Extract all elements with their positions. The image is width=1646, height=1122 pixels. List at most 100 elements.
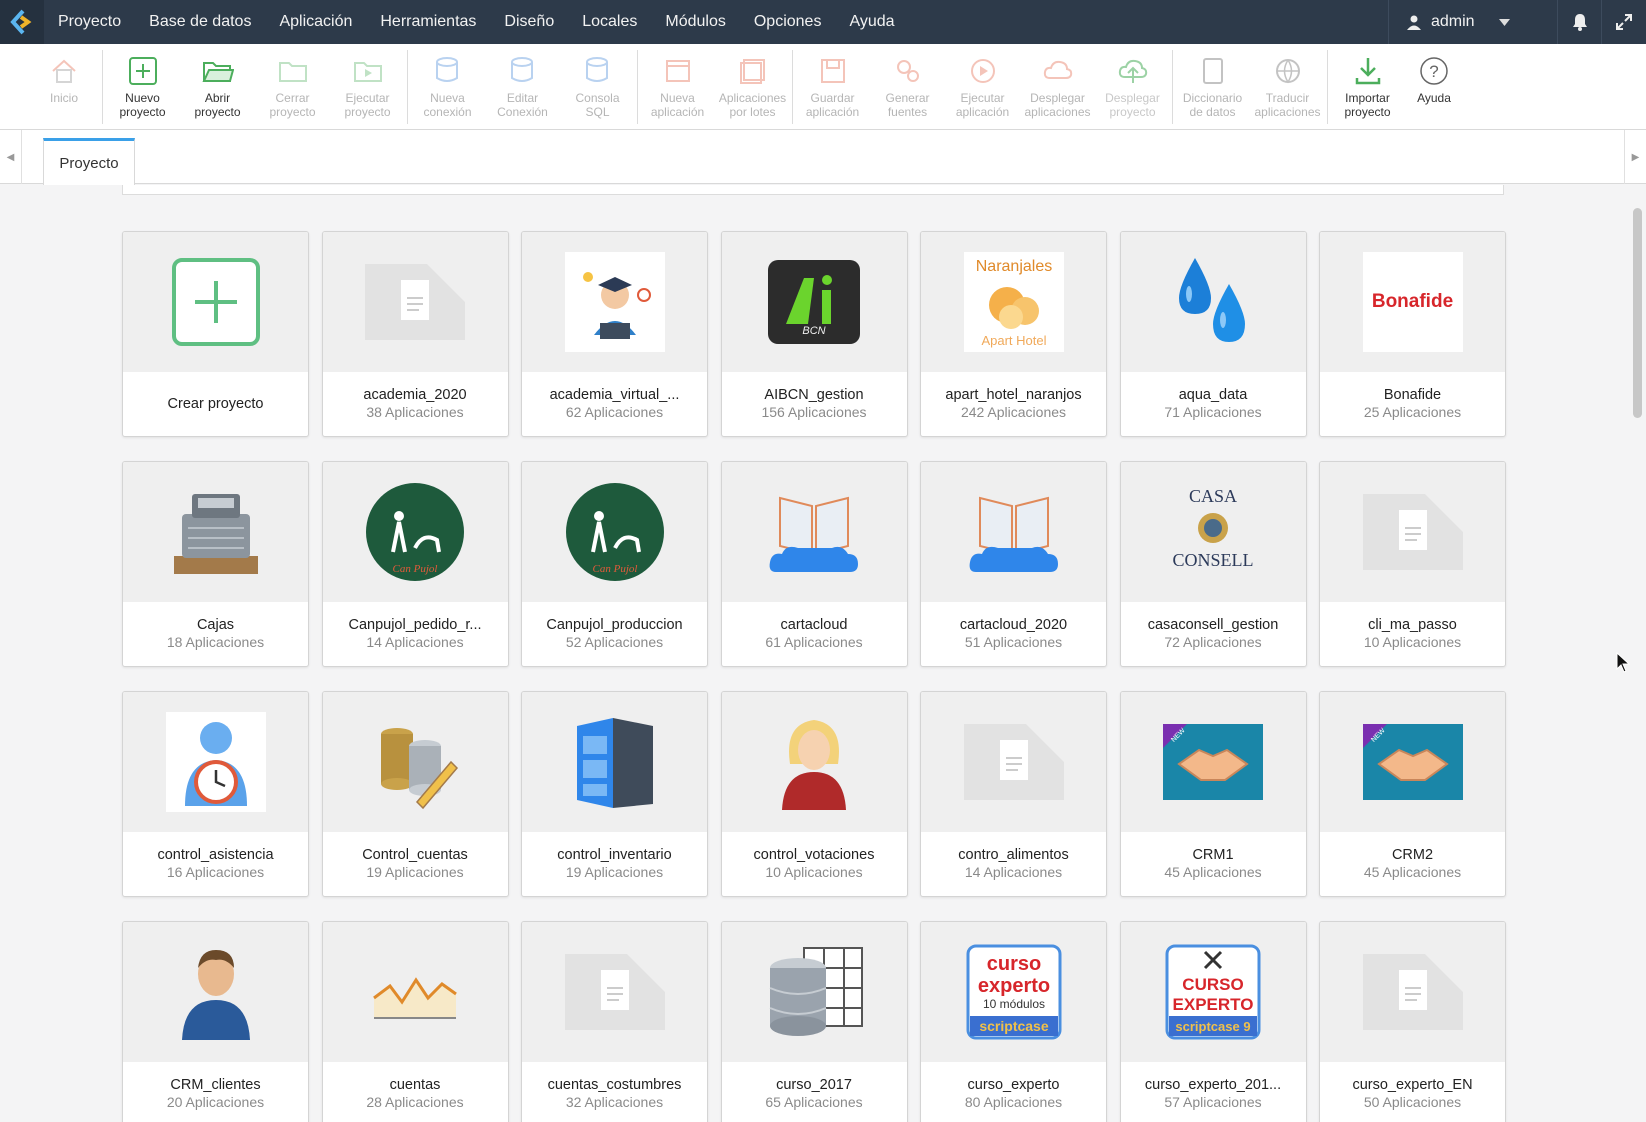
scriptcase-logo-icon[interactable] bbox=[0, 0, 44, 44]
ayuda-button[interactable]: ? Ayuda bbox=[1405, 44, 1463, 105]
app-count: 32 Aplicaciones bbox=[565, 1094, 664, 1110]
user-menu[interactable]: admin bbox=[1388, 0, 1558, 44]
nueva-aplicacion-button[interactable]: Nueva aplicación bbox=[640, 44, 715, 119]
download-icon bbox=[1355, 58, 1380, 85]
help-circle-icon: ? bbox=[1420, 57, 1448, 85]
app-count: 71 Aplicaciones bbox=[1164, 404, 1262, 420]
menu-opciones[interactable]: Opciones bbox=[740, 0, 836, 44]
tab-scroll-left-icon[interactable]: ◀ bbox=[0, 130, 22, 184]
app-count: 10 Aplicaciones bbox=[765, 864, 863, 880]
fullscreen-button[interactable] bbox=[1602, 0, 1646, 44]
ejecutar-aplicacion-button[interactable]: Ejecutar aplicación bbox=[945, 44, 1020, 119]
project-card[interactable]: BCN AIBCN_gestion 156 Aplicaciones bbox=[720, 231, 908, 437]
toolbar-divider bbox=[792, 50, 793, 124]
project-card[interactable]: contro_alimentos 14 Aplicaciones bbox=[920, 691, 1107, 897]
project-card[interactable]: cuentas_costumbres 32 Aplicaciones bbox=[521, 921, 708, 1122]
tab-proyecto[interactable]: Proyecto bbox=[43, 138, 135, 185]
project-card[interactable]: curso experto 10 módulos scriptcase curso_e… bbox=[920, 921, 1107, 1122]
project-card[interactable]: Can Pujol Canpujol_pedido_r... 14 Aplica… bbox=[321, 461, 509, 667]
app-count: 10 Aplicaciones bbox=[1363, 634, 1462, 650]
menu-proyecto[interactable]: Proyecto bbox=[44, 0, 135, 44]
project-card[interactable]: Naranjales Apart Hotel apart_hotel_naranj… bbox=[920, 231, 1107, 437]
guardar-aplicacion-button[interactable]: Guardar aplicación bbox=[795, 44, 870, 119]
person-clock-icon bbox=[184, 722, 247, 806]
project-card[interactable]: cli_ma_passo 10 Aplicaciones bbox=[1319, 461, 1506, 667]
menu-diseno[interactable]: Diseño bbox=[490, 0, 568, 44]
naranjales-logo-icon: Naranjales Apart Hotel bbox=[975, 258, 1051, 348]
database-plus-icon bbox=[435, 57, 458, 82]
project-grid: Crear proyecto academia_2020 38 Aplicaci… bbox=[122, 231, 1506, 1122]
cerrar-proyecto-button[interactable]: Cerrar proyecto bbox=[255, 44, 330, 119]
project-card[interactable]: control_asistencia 16 Aplicaciones bbox=[122, 691, 309, 897]
diccionario-de-datos-button[interactable]: Diccionario de datos bbox=[1175, 44, 1250, 119]
folder-open-icon bbox=[201, 62, 234, 82]
menu-aplicacion[interactable]: Aplicación bbox=[265, 0, 366, 44]
project-card[interactable]: NEW CRM2 45 Aplicaciones bbox=[1319, 691, 1506, 897]
project-card[interactable]: CASA CONSELL casaconsell_gestion 72 Aplic… bbox=[1119, 461, 1307, 667]
generar-fuentes-button[interactable]: Generar fuentes bbox=[870, 44, 945, 119]
project-card[interactable]: CRM_clientes 20 Aplicaciones bbox=[122, 921, 309, 1122]
caret-down-icon bbox=[1498, 18, 1510, 26]
project-card[interactable]: academia_virtual_... 62 Aplicaciones bbox=[521, 231, 708, 437]
coins-pencil-icon bbox=[381, 728, 459, 810]
curso-logo-line4: scriptcase bbox=[979, 1018, 1048, 1034]
water-drops-icon bbox=[1179, 258, 1245, 342]
create-project-card[interactable]: Crear proyecto bbox=[122, 231, 309, 437]
app-count: 38 Aplicaciones bbox=[366, 404, 464, 420]
inicio-button[interactable]: Inicio bbox=[28, 44, 100, 105]
project-name: cartacloud bbox=[780, 617, 848, 633]
app-count: 28 Aplicaciones bbox=[366, 1094, 464, 1110]
menu-modulos[interactable]: Módulos bbox=[651, 0, 739, 44]
importar-proyecto-button[interactable]: Importar proyecto bbox=[1330, 44, 1405, 119]
curso-logo-line2: EXPERTO bbox=[1173, 995, 1254, 1014]
project-card[interactable]: aqua_data 71 Aplicaciones bbox=[1119, 231, 1307, 437]
menu-base-de-datos[interactable]: Base de datos bbox=[135, 0, 265, 44]
plus-square-icon bbox=[128, 57, 157, 85]
menu-locales[interactable]: Locales bbox=[568, 0, 651, 44]
project-name: CRM_clientes bbox=[170, 1077, 261, 1093]
handshake-icon: NEW bbox=[1362, 724, 1463, 800]
menu-herramientas[interactable]: Herramientas bbox=[366, 0, 490, 44]
project-card[interactable]: NEW CRM1 45 Aplicaciones bbox=[1119, 691, 1307, 897]
app-count: 62 Aplicaciones bbox=[565, 404, 664, 420]
project-card[interactable]: cuentas 28 Aplicaciones bbox=[321, 921, 509, 1122]
abrir-proyecto-button[interactable]: Abrir proyecto bbox=[180, 44, 255, 119]
consola-sql-button[interactable]: Consola SQL bbox=[560, 44, 635, 119]
project-card[interactable]: curso_2017 65 Aplicaciones bbox=[720, 921, 908, 1122]
project-card[interactable]: cartacloud 61 Aplicaciones bbox=[720, 461, 908, 667]
project-name: curso_experto bbox=[967, 1077, 1060, 1093]
menu-ayuda[interactable]: Ayuda bbox=[835, 0, 908, 44]
play-folder-icon bbox=[353, 62, 382, 82]
scrollbar-thumb[interactable] bbox=[1633, 208, 1642, 418]
project-card[interactable]: control_votaciones 10 Aplicaciones bbox=[720, 691, 908, 897]
main-toolbar: Inicio Nuevo proyecto Abrir proyecto Cer… bbox=[0, 44, 1646, 130]
notifications-button[interactable] bbox=[1558, 0, 1602, 44]
cloud-book-icon bbox=[769, 496, 858, 572]
curso-logo-line1: CURSO bbox=[1182, 975, 1243, 994]
sql-console-icon bbox=[585, 57, 608, 82]
project-card[interactable]: Can Pujol Canpujol_produccion 52 Aplicac… bbox=[521, 461, 708, 667]
nueva-conexion-button[interactable]: Nueva conexión bbox=[410, 44, 485, 119]
desplegar-proyecto-button[interactable]: Desplegar proyecto bbox=[1095, 44, 1170, 119]
aplicaciones-por-lotes-button[interactable]: Aplicaciones por lotes bbox=[715, 44, 790, 119]
project-card[interactable]: cartacloud_2020 51 Aplicaciones bbox=[920, 461, 1107, 667]
project-grid-area: Crear proyecto academia_2020 38 Aplicaci… bbox=[0, 185, 1628, 1122]
traducir-aplicaciones-button[interactable]: Traducir aplicaciones bbox=[1250, 44, 1325, 119]
project-card[interactable]: Control_cuentas 19 Aplicaciones bbox=[321, 691, 509, 897]
project-card[interactable]: Cajas 18 Aplicaciones bbox=[122, 461, 309, 667]
project-card[interactable]: academia_2020 38 Aplicaciones bbox=[321, 231, 509, 437]
nuevo-proyecto-button[interactable]: Nuevo proyecto bbox=[105, 44, 180, 119]
project-name: contro_alimentos bbox=[958, 847, 1069, 863]
ejecutar-proyecto-button[interactable]: Ejecutar proyecto bbox=[330, 44, 405, 119]
project-name: Cajas bbox=[196, 617, 235, 633]
project-card[interactable]: control_inventario 19 Aplicaciones bbox=[521, 691, 708, 897]
project-name: cuentas_costumbres bbox=[547, 1077, 682, 1093]
cash-register-icon bbox=[173, 494, 258, 574]
tab-scroll-right-icon[interactable]: ▶ bbox=[1624, 130, 1646, 184]
project-card[interactable]: curso_experto_EN 50 Aplicaciones bbox=[1319, 921, 1506, 1122]
editar-conexion-button[interactable]: Editar Conexión bbox=[485, 44, 560, 119]
project-card[interactable]: CURSO EXPERTO scriptcase 9 curso_experto_2… bbox=[1119, 921, 1307, 1122]
project-card[interactable]: Bonafide Bonafide 25 Aplicaciones bbox=[1319, 231, 1506, 437]
desplegar-aplicaciones-button[interactable]: Desplegar aplicaciones bbox=[1020, 44, 1095, 119]
mouse-cursor-icon bbox=[1616, 652, 1630, 673]
